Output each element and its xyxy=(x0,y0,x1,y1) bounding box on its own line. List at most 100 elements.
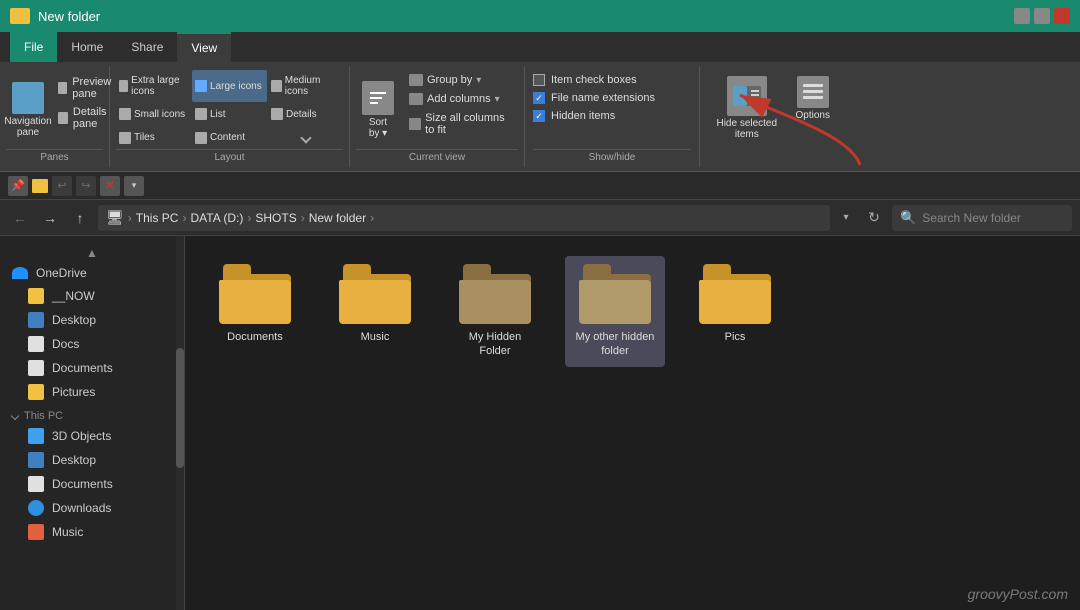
tab-share[interactable]: Share xyxy=(117,32,177,62)
title-bar: New folder xyxy=(0,0,1080,32)
folder-other-hidden-label: My other hidden folder xyxy=(573,330,657,359)
path-sep-1: › xyxy=(128,211,132,225)
undo-button[interactable]: ↩ xyxy=(52,176,72,196)
sort-by-label: Sortby ▾ xyxy=(369,117,387,139)
extra-large-icons-button[interactable]: Extra large icons xyxy=(116,70,191,102)
details-button[interactable]: Details xyxy=(268,103,343,125)
group-by-button[interactable]: Group by ▾ xyxy=(406,72,518,88)
sidebar-item-music[interactable]: Music xyxy=(0,520,184,544)
search-box[interactable]: 🔍 Search New folder xyxy=(892,205,1072,231)
currentview-section: Sortby ▾ Group by ▾ Add columns ▾ Size a… xyxy=(350,66,525,167)
size-all-cols-button[interactable]: Size all columns to fit xyxy=(406,110,518,138)
hidden-items-toggle[interactable]: ✓ Hidden items xyxy=(533,110,691,122)
title-bar-title: New folder xyxy=(38,9,1006,24)
search-icon: 🔍 xyxy=(900,210,916,226)
sidebar-item-downloads[interactable]: Downloads xyxy=(0,496,184,520)
forward-button[interactable]: → xyxy=(38,206,62,230)
refresh-button[interactable]: ↻ xyxy=(862,206,886,230)
sidebar-item-desktop[interactable]: Desktop xyxy=(0,308,184,332)
showhide-section: Item check boxes ✓ File name extensions … xyxy=(525,66,700,167)
desktop2-label: Desktop xyxy=(52,453,96,467)
sidebar-scrollbar-thumb[interactable] xyxy=(176,348,184,468)
currentview-section-label: Current view xyxy=(356,149,518,163)
thispc-chevron-icon xyxy=(11,412,19,420)
ribbon: Navigation pane Preview pane Details pan… xyxy=(0,62,1080,172)
sidebar-item-desktop2[interactable]: Desktop xyxy=(0,448,184,472)
file-name-ext-toggle[interactable]: ✓ File name extensions xyxy=(533,92,691,104)
extra-large-label: Extra large icons xyxy=(131,75,188,97)
title-bar-controls xyxy=(1014,8,1070,24)
navigation-pane-button[interactable]: Navigation pane xyxy=(6,70,50,149)
up-button[interactable]: ↑ xyxy=(68,206,92,230)
options-button[interactable]: Options xyxy=(792,72,834,125)
sort-by-button[interactable]: Sortby ▾ xyxy=(356,70,400,149)
small-icons-button[interactable]: Small icons xyxy=(116,103,191,125)
hide-selected-button[interactable]: Hide selected items xyxy=(706,72,788,144)
panes-content: Navigation pane Preview pane Details pan… xyxy=(6,70,103,149)
navigation-pane-icon xyxy=(12,82,44,114)
extra-large-icon xyxy=(119,80,128,92)
sidebar-item-documents[interactable]: Documents xyxy=(0,356,184,380)
dropdown-qa-button[interactable]: ▾ xyxy=(124,176,144,196)
sidebar-scrollbar[interactable] xyxy=(176,236,184,610)
search-placeholder: Search New folder xyxy=(922,211,1021,225)
content-button[interactable]: Content xyxy=(192,127,267,149)
path-sep-3: › xyxy=(247,211,251,225)
medium-icons-button[interactable]: Medium icons xyxy=(268,70,343,102)
tab-home[interactable]: Home xyxy=(57,32,117,62)
item-checkboxes-toggle[interactable]: Item check boxes xyxy=(533,74,691,86)
sidebar-item-docs[interactable]: Docs xyxy=(0,332,184,356)
list-button[interactable]: List xyxy=(192,103,267,125)
close-button[interactable] xyxy=(1054,8,1070,24)
layout-content: Extra large icons Large icons Medium ico… xyxy=(116,70,343,149)
group-by-icon xyxy=(409,74,423,86)
panes-section-label: Panes xyxy=(6,149,103,163)
tab-view[interactable]: View xyxy=(177,32,231,62)
sidebar-item-documents2[interactable]: Documents xyxy=(0,472,184,496)
folder-documents[interactable]: Documents xyxy=(205,256,305,367)
path-part-thispc: This PC xyxy=(136,211,179,225)
hide-selected-icon xyxy=(727,76,767,116)
back-button[interactable]: ← xyxy=(8,206,32,230)
file-area: Documents Music My Hidden Folder xyxy=(185,236,1080,610)
delete-button[interactable]: ✕ xyxy=(100,176,120,196)
path-part-newfolder: New folder xyxy=(309,211,366,225)
path-part-shots: SHOTS xyxy=(255,211,296,225)
now-folder-icon xyxy=(28,288,44,304)
address-bar: ← → ↑ 🖥 › This PC › DATA (D:) › SHOTS › … xyxy=(0,200,1080,236)
tab-file[interactable]: File xyxy=(10,32,57,62)
music-icon xyxy=(28,524,44,540)
desktop-label: Desktop xyxy=(52,313,96,327)
folder-other-hidden[interactable]: My other hidden folder xyxy=(565,256,665,367)
folder-music[interactable]: Music xyxy=(325,256,425,367)
minimize-button[interactable] xyxy=(1014,8,1030,24)
sidebar-item-now[interactable]: __NOW xyxy=(0,284,184,308)
address-path[interactable]: 🖥 › This PC › DATA (D:) › SHOTS › New fo… xyxy=(98,205,830,231)
path-dropdown-button[interactable]: ▾ xyxy=(836,206,856,230)
scroll-up-button[interactable]: ▲ xyxy=(0,244,184,262)
sort-by-icon xyxy=(362,81,394,115)
restore-button[interactable] xyxy=(1034,8,1050,24)
add-columns-button[interactable]: Add columns ▾ xyxy=(406,91,518,107)
layout-section: Extra large icons Large icons Medium ico… xyxy=(110,66,350,167)
panes-section: Navigation pane Preview pane Details pan… xyxy=(0,66,110,167)
folder-pics[interactable]: Pics xyxy=(685,256,785,367)
3dobjects-label: 3D Objects xyxy=(52,429,111,443)
options-icon xyxy=(797,76,829,108)
tiles-button[interactable]: Tiles xyxy=(116,127,191,149)
sidebar-item-3dobjects[interactable]: 3D Objects xyxy=(0,424,184,448)
small-icons-label: Small icons xyxy=(134,109,185,120)
downloads-icon xyxy=(28,500,44,516)
thispc-section-header[interactable]: This PC xyxy=(0,404,184,424)
redo-button[interactable]: ↪ xyxy=(76,176,96,196)
layout-expand-button[interactable] xyxy=(268,127,343,149)
now-label: __NOW xyxy=(52,289,95,303)
downloads-label: Downloads xyxy=(52,501,111,515)
folder-hidden[interactable]: My Hidden Folder xyxy=(445,256,545,367)
layout-section-label: Layout xyxy=(116,149,343,163)
large-icons-label: Large icons xyxy=(210,81,262,92)
tiles-label: Tiles xyxy=(134,132,155,143)
large-icons-button[interactable]: Large icons xyxy=(192,70,267,102)
sidebar-item-onedrive[interactable]: OneDrive xyxy=(0,262,184,284)
sidebar-item-pictures[interactable]: Pictures xyxy=(0,380,184,404)
